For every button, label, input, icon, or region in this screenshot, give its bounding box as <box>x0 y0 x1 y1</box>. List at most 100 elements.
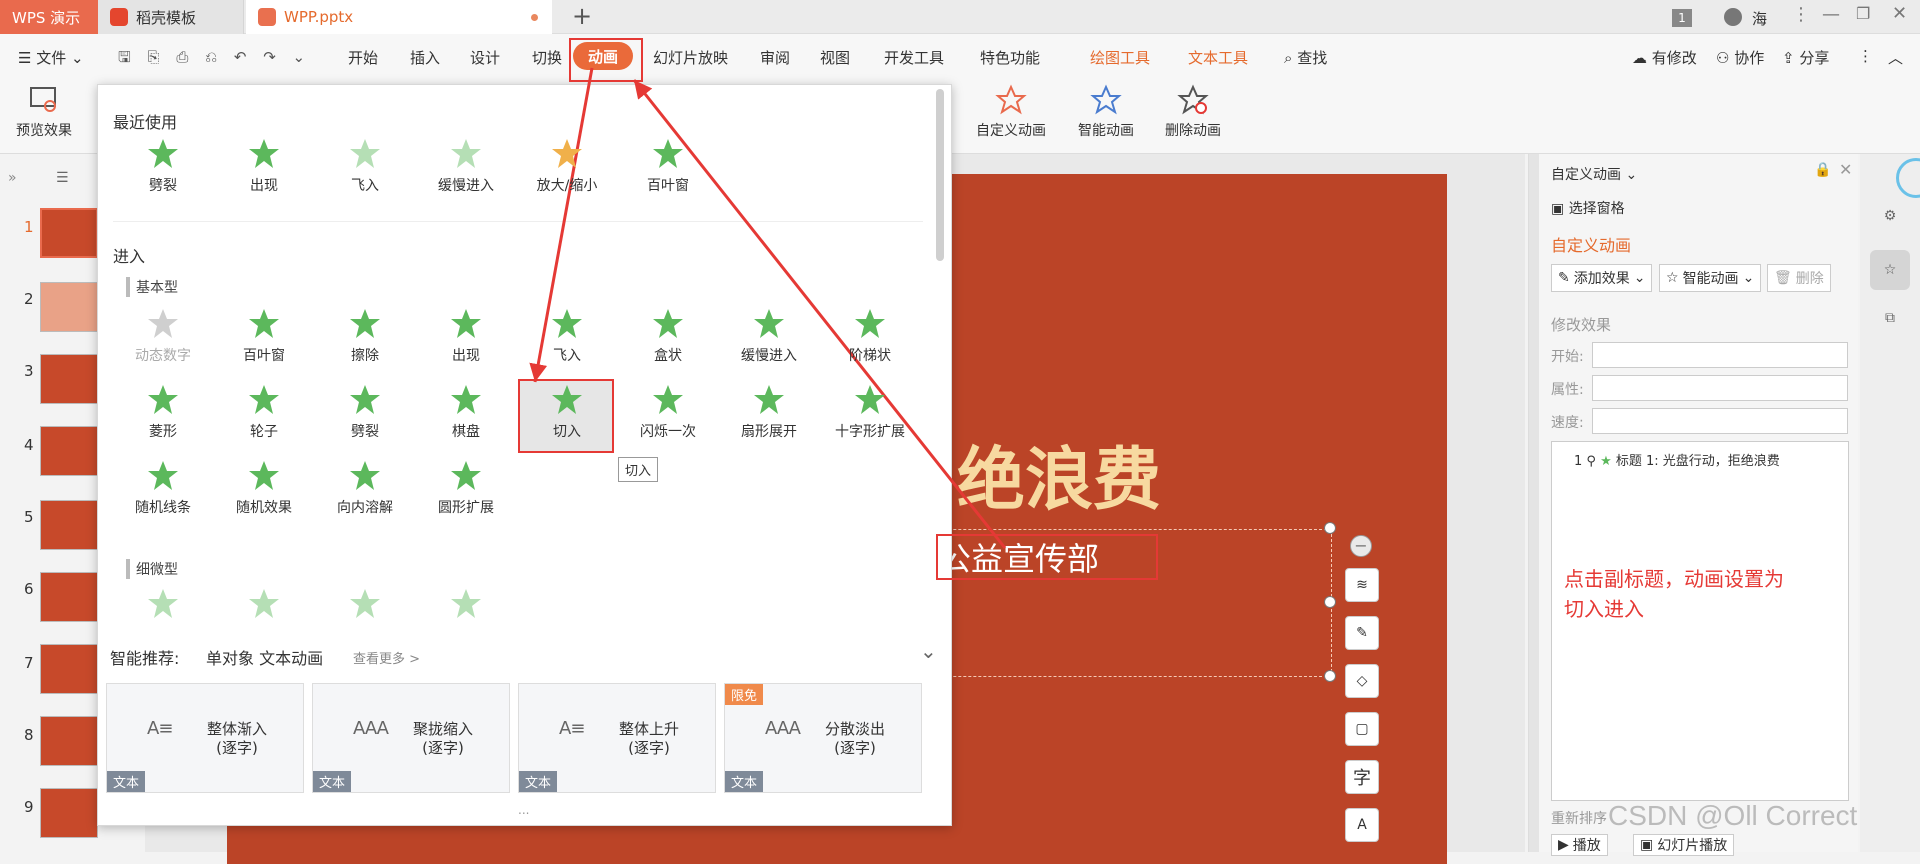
effect-item[interactable]: 棋盘 <box>416 383 516 443</box>
quick-access-icons[interactable]: 🖫 ⎘ ⎙ ⎌ ↶ ↷ ⌄ <box>118 47 311 72</box>
chevron-down-icon[interactable]: ⌄ <box>920 639 937 663</box>
effect-item[interactable]: 随机效果 <box>214 459 314 519</box>
collab-button[interactable]: ⚇ 协作 <box>1716 47 1764 68</box>
effect-item[interactable]: 飞入 <box>517 307 617 367</box>
effect-item[interactable]: 擦除 <box>315 307 415 367</box>
effect-item[interactable]: 百叶窗 <box>214 307 314 367</box>
property-select[interactable] <box>1592 375 1848 401</box>
notification-badge[interactable]: 1 <box>1672 9 1692 27</box>
menu-slideshow[interactable]: 幻灯片放映 <box>653 47 728 68</box>
effect-item[interactable]: 随机线条 <box>113 459 213 519</box>
outline-view-icon[interactable]: ☰ <box>56 170 69 186</box>
tab-app[interactable]: WPS 演示 <box>0 0 98 34</box>
subtle-effect-item[interactable] <box>416 587 516 647</box>
share-button[interactable]: ⇪ 分享 <box>1782 47 1829 68</box>
effect-item[interactable]: 出现 <box>416 307 516 367</box>
start-select[interactable] <box>1592 342 1848 368</box>
preview-effect-button[interactable]: 预览效果 <box>4 84 84 140</box>
minimize-icon[interactable]: — <box>1822 4 1840 25</box>
effect-item[interactable]: 盒状 <box>618 307 718 367</box>
effect-item[interactable]: 切入 <box>517 383 617 443</box>
select-pane-button[interactable]: ▣ 选择窗格 <box>1551 198 1625 218</box>
menu-design[interactable]: 设计 <box>470 47 500 68</box>
effect-item[interactable]: 放大/缩小 <box>517 137 617 197</box>
collapse-ribbon-icon[interactable]: ︿ <box>1888 47 1903 68</box>
menu-view[interactable]: 视图 <box>820 47 850 68</box>
pen-icon[interactable]: ✎ <box>1345 616 1379 650</box>
text-style-icon[interactable]: 字 <box>1345 760 1379 794</box>
search-button[interactable]: ⌕ 查找 <box>1284 47 1327 68</box>
slide-thumbnail[interactable] <box>40 716 98 766</box>
animation-panel-icon[interactable]: ☆ <box>1870 250 1910 290</box>
lock-icon[interactable]: 🔒 <box>1814 162 1831 178</box>
menu-review[interactable]: 审阅 <box>760 47 790 68</box>
add-effect-button[interactable]: ✎ 添加效果 ⌄ <box>1551 264 1653 292</box>
smart-card[interactable]: A≡ 整体上升 (逐字) 文本 <box>518 683 716 793</box>
smart-card[interactable]: A≡ 整体渐入 (逐字) 文本 <box>106 683 304 793</box>
fill-icon[interactable]: ◇ <box>1345 664 1379 698</box>
slide-thumbnail[interactable] <box>40 208 98 258</box>
menu-start[interactable]: 开始 <box>348 47 378 68</box>
effect-item[interactable]: 扇形展开 <box>719 383 819 443</box>
restore-icon[interactable]: ❐ <box>1856 4 1870 23</box>
text-format-icon[interactable]: A <box>1345 808 1379 842</box>
slide-thumbnail[interactable] <box>40 500 98 550</box>
smart-card[interactable]: 限免 AAA 分散淡出 (逐字) 文本 <box>724 683 922 793</box>
slide-title[interactable]: 绝浪费 <box>957 424 1161 523</box>
settings-icon[interactable]: ⚙ <box>1870 196 1910 236</box>
collapse-tools-icon[interactable]: − <box>1350 535 1372 557</box>
add-tab-button[interactable]: + <box>572 2 592 30</box>
effect-item[interactable]: 轮子 <box>214 383 314 443</box>
subtle-effect-item[interactable] <box>315 587 415 647</box>
slide-thumbnail[interactable] <box>40 426 98 476</box>
slide-thumbnail[interactable] <box>40 644 98 694</box>
subtle-effect-item[interactable] <box>113 587 213 647</box>
list-item[interactable]: 1 ⚲ ★ 标题 1: 光盘行动，拒绝浪费 <box>1574 450 1780 469</box>
menu-developer[interactable]: 开发工具 <box>884 47 944 68</box>
slide-thumbnail[interactable] <box>40 788 98 838</box>
outline-icon[interactable]: ▢ <box>1345 712 1379 746</box>
slide-thumbnail[interactable] <box>40 354 98 404</box>
layers-icon[interactable]: ≋ <box>1345 568 1379 602</box>
effect-item[interactable]: 菱形 <box>113 383 213 443</box>
delete-animation-button[interactable]: 删除动画 <box>1153 84 1233 140</box>
ellipsis-icon[interactable]: ⋮ <box>1792 4 1810 25</box>
menu-transition[interactable]: 切换 <box>532 47 562 68</box>
avatar[interactable] <box>1724 8 1742 26</box>
copy-icon[interactable]: ⧉ <box>1870 298 1910 338</box>
custom-animation-button[interactable]: 自定义动画 <box>971 84 1051 140</box>
effect-item[interactable]: 出现 <box>214 137 314 197</box>
assistant-icon[interactable] <box>1896 158 1920 198</box>
panel-header[interactable]: 自定义动画 ⌄ <box>1551 164 1637 184</box>
effect-item[interactable]: 圆形扩展 <box>416 459 516 519</box>
tab-document[interactable]: WPP.pptx <box>246 0 552 34</box>
see-more-link[interactable]: 查看更多 > <box>353 648 420 667</box>
smart-animation-panel-button[interactable]: ☆ 智能动画 ⌄ <box>1659 264 1762 292</box>
effect-item[interactable]: 飞入 <box>315 137 415 197</box>
effect-item[interactable]: 向内溶解 <box>315 459 415 519</box>
menu-features[interactable]: 特色功能 <box>980 47 1040 68</box>
effect-item[interactable]: 缓慢进入 <box>719 307 819 367</box>
resize-handle[interactable] <box>1324 522 1336 534</box>
effect-item[interactable]: 动态数字 <box>113 307 213 367</box>
file-menu[interactable]: ☰ 文件 ⌄ <box>18 47 84 68</box>
effect-item[interactable]: 闪烁一次 <box>618 383 718 443</box>
panel-scrollbar[interactable] <box>1529 154 1539 852</box>
menu-insert[interactable]: 插入 <box>410 47 440 68</box>
scrollbar[interactable] <box>936 89 944 261</box>
play-button[interactable]: ▶ 播放 <box>1551 834 1608 856</box>
more-icon[interactable]: ⋮ <box>1858 47 1873 65</box>
effect-item[interactable]: 缓慢进入 <box>416 137 516 197</box>
tab-docer[interactable]: 稻壳模板 <box>98 0 244 34</box>
smart-card[interactable]: AAA 聚拢缩入 (逐字) 文本 <box>312 683 510 793</box>
slide-thumbnail[interactable] <box>40 572 98 622</box>
close-panel-icon[interactable]: ✕ <box>1839 160 1852 179</box>
close-icon[interactable]: ✕ <box>1892 3 1907 24</box>
effect-item[interactable]: 劈裂 <box>315 383 415 443</box>
effect-item[interactable]: 劈裂 <box>113 137 213 197</box>
slideshow-button[interactable]: ▣ 幻灯片播放 <box>1633 834 1735 856</box>
resize-handle[interactable] <box>1324 596 1336 608</box>
resize-handle[interactable] <box>1324 670 1336 682</box>
modified-button[interactable]: ☁ 有修改 <box>1632 47 1697 68</box>
speed-select[interactable] <box>1592 408 1848 434</box>
